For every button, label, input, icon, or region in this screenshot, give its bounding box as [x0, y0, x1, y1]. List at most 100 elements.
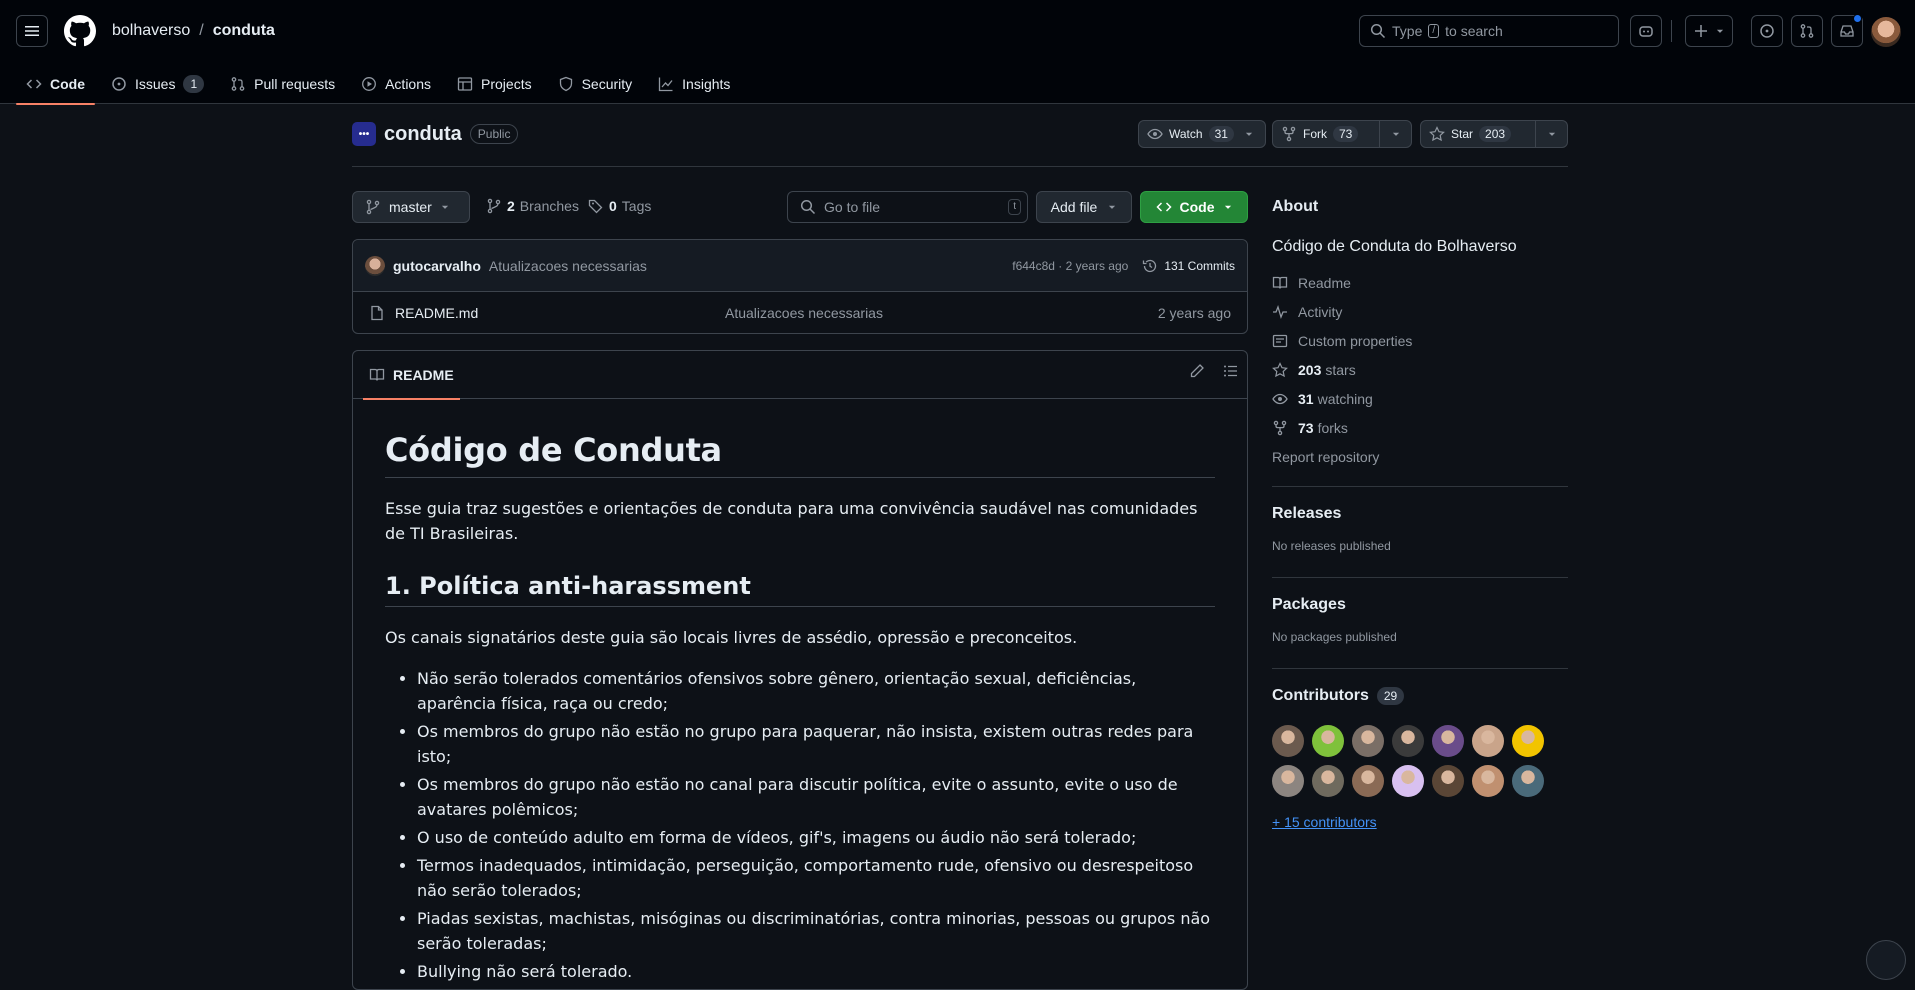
table-row[interactable]: README.md Atualizacoes necessarias 2 yea…: [353, 292, 1247, 333]
tab-issues[interactable]: Issues 1: [101, 64, 214, 104]
pull-requests-button[interactable]: [1791, 15, 1823, 47]
copilot-chat-button[interactable]: [1866, 940, 1906, 980]
contributor-avatar[interactable]: [1272, 725, 1304, 757]
watching-link[interactable]: 31 watching: [1272, 384, 1568, 413]
forks-link[interactable]: 73 forks: [1272, 413, 1568, 442]
contributor-avatar[interactable]: [1432, 765, 1464, 797]
latest-commit: gutocarvalho Atualizacoes necessarias f6…: [353, 240, 1247, 292]
star-dropdown[interactable]: [1535, 121, 1567, 147]
chevron-down-icon: [1392, 132, 1399, 136]
repo-owner-avatar[interactable]: •••: [352, 122, 376, 146]
fork-dropdown[interactable]: [1379, 121, 1411, 147]
watch-button[interactable]: Watch 31: [1138, 120, 1266, 148]
divider: [1272, 577, 1568, 578]
star-count: 203: [1479, 126, 1512, 142]
star-icon: [1429, 126, 1445, 142]
activity-link[interactable]: Activity: [1272, 297, 1568, 326]
commit-message[interactable]: Atualizacoes necessarias: [489, 258, 647, 274]
fork-button[interactable]: Fork 73: [1272, 120, 1412, 148]
pull-request-icon: [1800, 24, 1814, 38]
repo-title: ••• conduta Public: [352, 122, 519, 146]
contributor-avatar[interactable]: [1312, 765, 1344, 797]
search-prefix: Type: [1392, 23, 1423, 39]
copilot-button[interactable]: [1630, 15, 1662, 47]
tab-insights[interactable]: Insights: [648, 64, 740, 104]
code-button[interactable]: Code: [1140, 191, 1248, 223]
add-file-button[interactable]: Add file: [1036, 191, 1132, 223]
file-date: 2 years ago: [1157, 304, 1231, 321]
readme-content: Código de Conduta Esse guia traz sugestõ…: [353, 399, 1247, 984]
star-button[interactable]: Star 203: [1420, 120, 1568, 148]
contributor-avatar[interactable]: [1312, 725, 1344, 757]
contributor-avatar[interactable]: [1512, 765, 1544, 797]
commit-hash-time[interactable]: f644c8d · 2 years ago: [1012, 259, 1128, 273]
fork-count: 73: [1333, 126, 1359, 142]
contributor-avatar[interactable]: [1352, 725, 1384, 757]
tab-label: Issues: [135, 76, 176, 92]
tab-security[interactable]: Security: [548, 64, 643, 104]
repo-name[interactable]: conduta: [384, 123, 462, 146]
list-icon[interactable]: [1223, 363, 1239, 379]
stars-link[interactable]: 203 stars: [1272, 355, 1568, 384]
branch-selector[interactable]: master: [352, 191, 470, 223]
search-shortcut: /: [1428, 24, 1440, 38]
star-icon: [1272, 361, 1288, 377]
stars-label: stars: [1325, 361, 1356, 378]
go-to-file-input[interactable]: Go to file t: [787, 191, 1028, 223]
contributor-avatar[interactable]: [1472, 725, 1504, 757]
tags-link[interactable]: 0 Tags: [588, 198, 651, 214]
releases-section: Releases No releases published: [1272, 505, 1568, 553]
add-file-label: Add file: [1050, 199, 1098, 215]
breadcrumb-owner[interactable]: bolhaverso: [112, 22, 190, 40]
contributor-avatar[interactable]: [1352, 765, 1384, 797]
create-new-button[interactable]: [1685, 15, 1733, 47]
contributor-avatar[interactable]: [1472, 765, 1504, 797]
custom-properties-link[interactable]: Custom properties: [1272, 326, 1568, 355]
file-commit-message[interactable]: Atualizacoes necessarias: [725, 305, 883, 321]
search-icon: [1370, 23, 1386, 39]
readme-paragraph: Os canais signatários deste guia são loc…: [385, 628, 1078, 647]
releases-title[interactable]: Releases: [1272, 505, 1568, 523]
menu-button[interactable]: [16, 15, 48, 47]
chevron-down-icon: [1548, 132, 1555, 136]
tab-code[interactable]: Code: [16, 64, 95, 105]
tab-label: Insights: [682, 76, 731, 92]
report-repository-link[interactable]: Report repository: [1272, 442, 1568, 471]
inbox-icon: [1840, 25, 1854, 37]
file-name[interactable]: README.md: [395, 305, 725, 321]
star-label: Star: [1451, 127, 1474, 141]
branches-link[interactable]: 2 Branches: [486, 198, 579, 214]
tab-projects[interactable]: Projects: [447, 64, 542, 104]
search-input[interactable]: Type / to search: [1359, 15, 1619, 47]
readme-link-label: Readme: [1298, 274, 1351, 291]
issue-icon: [1760, 24, 1774, 38]
commit-author[interactable]: gutocarvalho: [393, 258, 481, 274]
breadcrumb-repo[interactable]: conduta: [213, 22, 275, 40]
pencil-icon[interactable]: [1189, 363, 1205, 379]
github-logo-icon[interactable]: [64, 15, 96, 47]
contributor-avatar[interactable]: [1272, 765, 1304, 797]
readme-tab-label: README: [393, 366, 454, 383]
tab-readme[interactable]: README: [363, 351, 460, 400]
tab-pull-requests[interactable]: Pull requests: [220, 64, 345, 104]
go-to-file-placeholder: Go to file: [824, 199, 881, 215]
commits-count: 131 Commits: [1164, 258, 1235, 273]
contributor-avatar[interactable]: [1392, 725, 1424, 757]
tab-actions[interactable]: Actions: [351, 64, 441, 104]
packages-title[interactable]: Packages: [1272, 596, 1568, 614]
user-avatar[interactable]: [1871, 17, 1901, 47]
readme-link[interactable]: Readme: [1272, 268, 1568, 297]
breadcrumb: bolhaverso / conduta: [112, 22, 275, 40]
issues-button[interactable]: [1751, 15, 1783, 47]
more-contributors-link[interactable]: + 15 contributors: [1272, 814, 1377, 830]
contributors-title[interactable]: Contributors: [1272, 687, 1369, 705]
packages-section: Packages No packages published: [1272, 596, 1568, 644]
chevron-down-icon[interactable]: [1244, 129, 1254, 139]
tag-icon: [588, 199, 603, 214]
commits-link[interactable]: 131 Commits: [1142, 258, 1235, 274]
contributor-avatar[interactable]: [1392, 765, 1424, 797]
report-label: Report repository: [1272, 448, 1380, 465]
avatar[interactable]: [365, 255, 385, 276]
contributor-avatar[interactable]: [1512, 725, 1544, 757]
contributor-avatar[interactable]: [1432, 725, 1464, 757]
